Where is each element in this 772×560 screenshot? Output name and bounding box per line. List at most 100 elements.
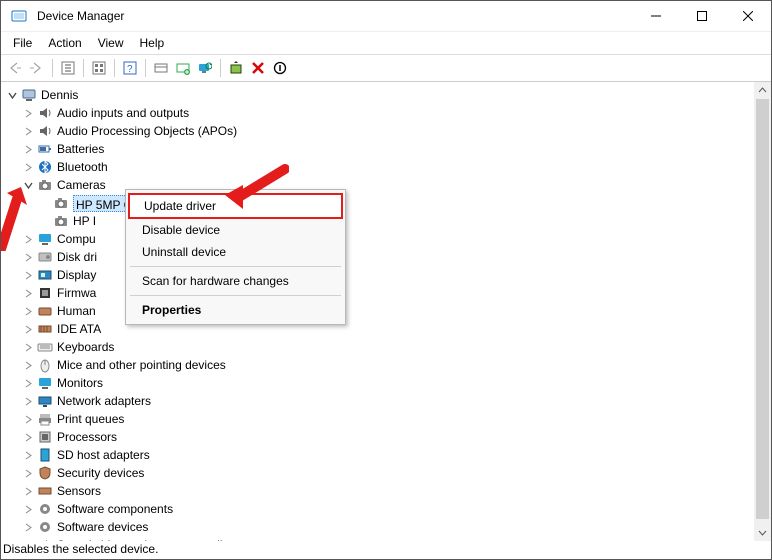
- chevron-right-icon[interactable]: [21, 448, 35, 462]
- toolbar-divider: [114, 59, 115, 77]
- tree-item-swcomp[interactable]: Software components: [21, 500, 239, 518]
- chevron-down-icon[interactable]: [5, 88, 19, 102]
- tree-root[interactable]: Dennis: [5, 86, 239, 104]
- tree-item-apo[interactable]: Audio Processing Objects (APOs): [21, 122, 239, 140]
- titlebar: Device Manager: [1, 1, 771, 31]
- context-menu: Update driver Disable device Uninstall d…: [125, 189, 346, 325]
- close-button[interactable]: [725, 1, 771, 31]
- chevron-right-icon[interactable]: [21, 124, 35, 138]
- tb-devices-by-type-icon[interactable]: [151, 58, 171, 78]
- tb-icon[interactable]: [89, 58, 109, 78]
- disable-device-toolbar-icon[interactable]: [270, 58, 290, 78]
- tree-item-swdev[interactable]: Software devices: [21, 518, 239, 536]
- chevron-right-icon[interactable]: [21, 358, 35, 372]
- gear-icon: [37, 501, 53, 517]
- scroll-up-arrow-icon[interactable]: [754, 82, 771, 99]
- cpu-icon: [37, 429, 53, 445]
- help-icon[interactable]: ?: [120, 58, 140, 78]
- chevron-right-icon[interactable]: [21, 106, 35, 120]
- menu-help[interactable]: Help: [132, 34, 173, 52]
- minimize-button[interactable]: [633, 1, 679, 31]
- chevron-right-icon[interactable]: [21, 268, 35, 282]
- tree-item-keyboards[interactable]: Keyboards: [21, 338, 239, 356]
- menu-separator: [130, 266, 341, 267]
- chevron-right-icon[interactable]: [21, 520, 35, 534]
- ctx-scan-hardware[interactable]: Scan for hardware changes: [128, 270, 343, 292]
- tree-item-printq[interactable]: Print queues: [21, 410, 239, 428]
- ide-icon: [37, 321, 53, 337]
- chevron-right-icon[interactable]: [21, 502, 35, 516]
- uninstall-device-icon[interactable]: [248, 58, 268, 78]
- menu-file[interactable]: File: [5, 34, 40, 52]
- network-icon: [37, 393, 53, 409]
- tree-item-monitors[interactable]: Monitors: [21, 374, 239, 392]
- camera-icon: [37, 177, 53, 193]
- tb-add-legacy-icon[interactable]: [173, 58, 193, 78]
- chevron-right-icon[interactable]: [21, 286, 35, 300]
- chevron-right-icon[interactable]: [21, 376, 35, 390]
- chevron-right-icon[interactable]: [21, 430, 35, 444]
- sensor-icon: [37, 483, 53, 499]
- menu-view[interactable]: View: [90, 34, 132, 52]
- ctx-properties[interactable]: Properties: [128, 299, 343, 321]
- menu-action[interactable]: Action: [40, 34, 89, 52]
- menu-separator: [130, 295, 341, 296]
- scroll-thumb[interactable]: [756, 99, 769, 519]
- device-manager-window: Device Manager File Action View Help ?: [0, 0, 772, 560]
- shield-icon: [37, 465, 53, 481]
- tree-item-sensors[interactable]: Sensors: [21, 482, 239, 500]
- tree-item-sdhost[interactable]: SD host adapters: [21, 446, 239, 464]
- speaker-icon: [37, 105, 53, 121]
- tree-item-batteries[interactable]: Batteries: [21, 140, 239, 158]
- nav-back-button[interactable]: [5, 58, 25, 78]
- maximize-button[interactable]: [679, 1, 725, 31]
- keyboard-icon: [37, 339, 53, 355]
- menubar: File Action View Help: [1, 31, 771, 54]
- status-bar: Disables the selected device.: [3, 541, 771, 559]
- chevron-right-icon[interactable]: [21, 304, 35, 318]
- gear-icon: [37, 519, 53, 535]
- computer-icon: [21, 87, 37, 103]
- tree-item-processors[interactable]: Processors: [21, 428, 239, 446]
- disk-icon: [37, 249, 53, 265]
- scroll-down-arrow-icon[interactable]: [754, 524, 771, 541]
- chevron-right-icon[interactable]: [21, 160, 35, 174]
- toolbar-divider: [145, 59, 146, 77]
- chevron-right-icon[interactable]: [21, 250, 35, 264]
- chevron-right-icon[interactable]: [21, 412, 35, 426]
- speaker-icon: [37, 123, 53, 139]
- camera-icon: [53, 213, 69, 229]
- ctx-uninstall-device[interactable]: Uninstall device: [128, 241, 343, 263]
- update-driver-toolbar-icon[interactable]: [226, 58, 246, 78]
- chevron-right-icon[interactable]: [21, 466, 35, 480]
- chevron-down-icon[interactable]: [21, 178, 35, 192]
- tree-item-security[interactable]: Security devices: [21, 464, 239, 482]
- app-icon: [11, 8, 27, 24]
- bluetooth-icon: [37, 159, 53, 175]
- toolbar-divider: [83, 59, 84, 77]
- nav-forward-button[interactable]: [27, 58, 47, 78]
- display-adapter-icon: [37, 267, 53, 283]
- chevron-right-icon[interactable]: [21, 484, 35, 498]
- chevron-right-icon[interactable]: [21, 322, 35, 336]
- chevron-right-icon[interactable]: [21, 232, 35, 246]
- chevron-right-icon[interactable]: [21, 394, 35, 408]
- mouse-icon: [37, 357, 53, 373]
- toolbar-divider: [52, 59, 53, 77]
- chevron-right-icon[interactable]: [21, 340, 35, 354]
- ctx-disable-device[interactable]: Disable device: [128, 219, 343, 241]
- tree-root-label: Dennis: [41, 86, 78, 104]
- vertical-scrollbar[interactable]: [754, 82, 771, 541]
- chip-icon: [37, 285, 53, 301]
- tree-item-audio-io[interactable]: Audio inputs and outputs: [21, 104, 239, 122]
- window-controls: [633, 1, 771, 31]
- tree-item-mice[interactable]: Mice and other pointing devices: [21, 356, 239, 374]
- camera-icon: [53, 195, 69, 211]
- tree-item-bluetooth[interactable]: Bluetooth: [21, 158, 239, 176]
- monitor-icon: [37, 375, 53, 391]
- show-hide-tree-icon[interactable]: [58, 58, 78, 78]
- tree-item-network[interactable]: Network adapters: [21, 392, 239, 410]
- chevron-right-icon[interactable]: [21, 142, 35, 156]
- scan-hardware-icon[interactable]: [195, 58, 215, 78]
- ctx-update-driver[interactable]: Update driver: [128, 193, 343, 219]
